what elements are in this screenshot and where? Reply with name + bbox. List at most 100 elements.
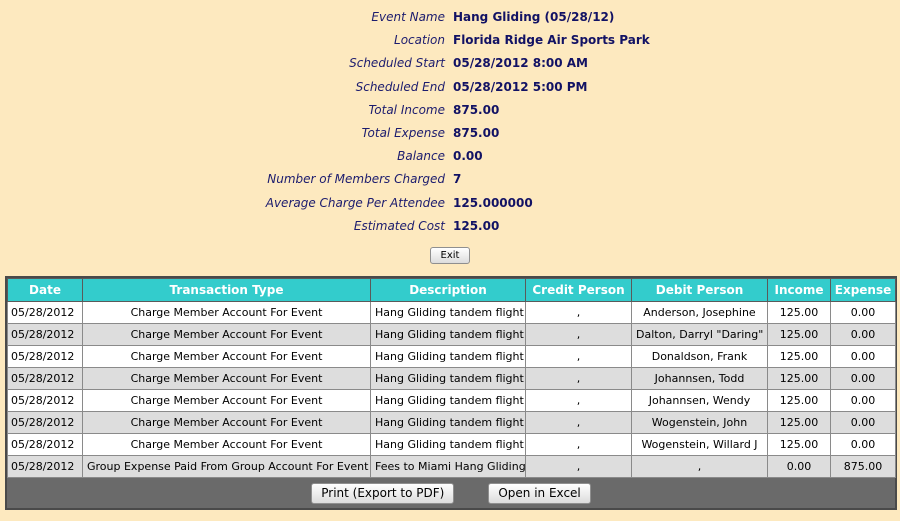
cell-income: 125.00 [767,345,831,368]
estimated-cost-row: Estimated Cost 125.00 [0,215,900,238]
table-row: 05/28/2012 Charge Member Account For Eve… [7,345,896,368]
field-value: Hang Gliding (05/28/12) [453,10,615,24]
cell-income: 125.00 [767,389,831,412]
column-header-debit-person[interactable]: Debit Person [631,278,768,302]
cell-date: 05/28/2012 [7,455,83,478]
cell-expense: 0.00 [830,411,896,434]
cell-credit-person: , [525,367,632,390]
cell-transaction-type: Charge Member Account For Event [82,345,371,368]
field-label: Number of Members Charged [267,172,445,187]
cell-credit-person: , [525,301,632,324]
members-charged-row: Number of Members Charged 7 [0,168,900,191]
cell-transaction-type: Charge Member Account For Event [82,411,371,434]
field-label: Event Name [371,10,445,24]
table-row: 05/28/2012 Charge Member Account For Eve… [7,367,896,390]
location-row: Location Florida Ridge Air Sports Park [0,29,900,52]
field-label: Scheduled End [355,79,445,94]
table-row: 05/28/2012 Charge Member Account For Eve… [7,411,896,434]
cell-expense: 0.00 [830,389,896,412]
cell-date: 05/28/2012 [7,411,83,434]
cell-transaction-type: Charge Member Account For Event [82,367,371,390]
balance-row: Balance 0.00 [0,145,900,168]
total-income-row: Total Income 875.00 [0,99,900,122]
scheduled-end-row: Scheduled End 05/28/2012 5:00 PM [0,76,900,99]
column-header-transaction-type[interactable]: Transaction Type [82,278,371,302]
cell-transaction-type: Charge Member Account For Event [82,301,371,324]
cell-income: 125.00 [767,323,831,346]
cell-expense: 0.00 [830,433,896,456]
cell-income: 125.00 [767,367,831,390]
cell-credit-person: , [525,455,632,478]
cell-description: Hang Gliding tandem flight [370,367,526,390]
cell-expense: 0.00 [830,301,896,324]
cell-credit-person: , [525,389,632,412]
cell-debit-person: Wogenstein, Willard J [631,433,768,456]
cell-debit-person: Johannsen, Wendy [631,389,768,412]
open-in-excel-button[interactable]: Open in Excel [488,482,591,504]
field-label: Scheduled Start [349,56,445,71]
cell-credit-person: , [525,433,632,456]
cell-expense: 0.00 [830,323,896,346]
column-header-description[interactable]: Description [370,278,526,302]
print-export-pdf-button[interactable]: Print (Export to PDF) [311,482,455,504]
column-header-date[interactable]: Date [7,278,83,302]
table-row: 05/28/2012 Charge Member Account For Eve… [7,433,896,456]
field-value: 875.00 [453,102,500,117]
field-label: Average Charge Per Attendee [265,195,445,210]
cell-description: Hang Gliding tandem flight [370,345,526,368]
cell-date: 05/28/2012 [7,323,83,346]
scheduled-start-row: Scheduled Start 05/28/2012 8:00 AM [0,52,900,75]
column-header-credit-person[interactable]: Credit Person [525,278,632,302]
average-charge-row: Average Charge Per Attendee 125.000000 [0,192,900,215]
cell-debit-person: Wogenstein, John [631,411,768,434]
cell-transaction-type: Charge Member Account For Event [82,433,371,456]
cell-description: Hang Gliding tandem flight [370,301,526,324]
cell-income: 125.00 [767,433,831,456]
field-value: 7 [453,172,462,187]
field-value: 05/28/2012 8:00 AM [453,56,588,71]
cell-income: 0.00 [767,455,831,478]
exit-container: Exit [0,247,900,264]
field-label: Balance [397,149,445,164]
cell-date: 05/28/2012 [7,301,83,324]
cell-date: 05/28/2012 [7,433,83,456]
field-label: Total Income [368,102,445,117]
cell-date: 05/28/2012 [7,345,83,368]
cell-credit-person: , [525,345,632,368]
cell-income: 125.00 [767,411,831,434]
field-label: Location [394,33,445,48]
event-name-row: Event Name Hang Gliding (05/28/12) [0,6,900,29]
cell-description: Hang Gliding tandem flight [370,433,526,456]
field-value: 05/28/2012 5:00 PM [453,79,588,94]
cell-date: 05/28/2012 [7,389,83,412]
table-row: 05/28/2012 Group Expense Paid From Group… [7,455,896,478]
cell-credit-person: , [525,411,632,434]
cell-date: 05/28/2012 [7,367,83,390]
cell-expense: 0.00 [830,367,896,390]
cell-income: 125.00 [767,301,831,324]
cell-transaction-type: Charge Member Account For Event [82,323,371,346]
cell-transaction-type: Charge Member Account For Event [82,389,371,412]
cell-expense: 875.00 [830,455,896,478]
cell-description: Hang Gliding tandem flight [370,411,526,434]
table-header-row: Date Transaction Type Description Credit… [7,278,896,302]
total-expense-row: Total Expense 875.00 [0,122,900,145]
field-label: Total Expense [361,125,445,140]
cell-transaction-type: Group Expense Paid From Group Account Fo… [82,455,371,478]
cell-debit-person: Johannsen, Todd [631,367,768,390]
cell-description: Hang Gliding tandem flight [370,389,526,412]
cell-debit-person: Dalton, Darryl "Daring" [631,323,768,346]
cell-debit-person: Donaldson, Frank [631,345,768,368]
exit-button[interactable]: Exit [430,247,470,264]
field-value: Florida Ridge Air Sports Park [453,33,650,48]
event-summary: Event Name Hang Gliding (05/28/12) Locati… [0,6,900,238]
cell-description: Fees to Miami Hang Gliding [370,455,526,478]
field-value: 125.00 [453,218,500,233]
cell-credit-person: , [525,323,632,346]
field-label: Estimated Cost [353,218,445,233]
column-header-expense[interactable]: Expense [830,278,896,302]
table-footer-toolbar: Print (Export to PDF) Open in Excel [7,478,895,508]
column-header-income[interactable]: Income [767,278,831,302]
cell-description: Hang Gliding tandem flight [370,323,526,346]
field-value: 125.000000 [453,195,533,210]
